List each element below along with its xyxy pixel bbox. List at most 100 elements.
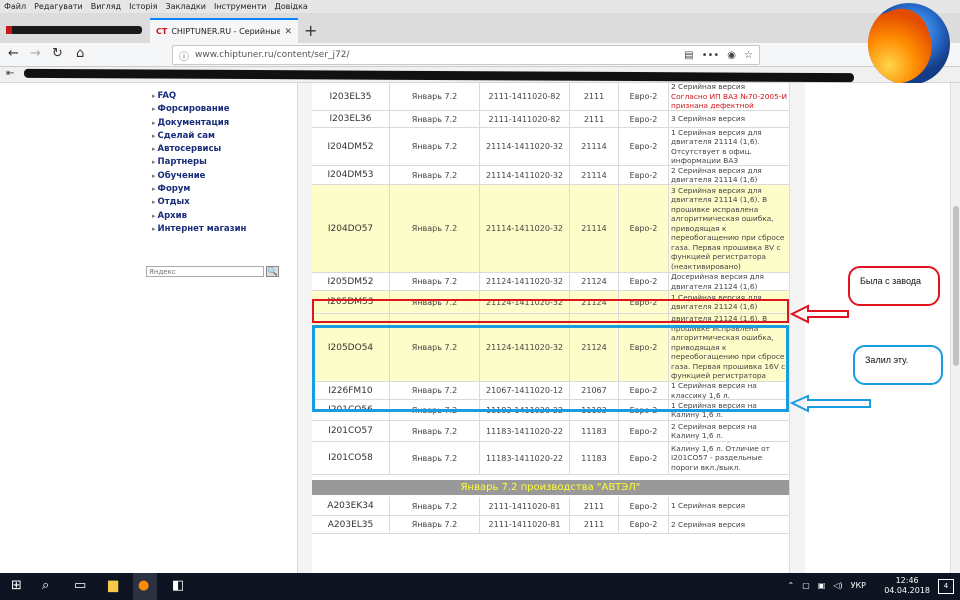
table-row: I204DM52 Январь 7.2 21114-1411020-32 21114 Е… xyxy=(312,128,789,166)
description-text: 2 Серийная версия на Калину 1,6 л. xyxy=(671,421,757,441)
tab-bar: CT CHIPTUNER.RU - Серийные п ✕ + xyxy=(0,13,960,43)
pocket-icon[interactable]: ◉ xyxy=(727,50,736,61)
task-view-icon[interactable]: ▭ xyxy=(74,578,86,593)
part-number-cell: 2111-1411020-81 xyxy=(480,516,570,533)
description-cell: 2 Серийная версия Согласно ИП ВАЗ №70-200… xyxy=(669,83,789,110)
sidebar-nav-link[interactable]: Сделай сам xyxy=(152,130,246,143)
blue-arrow-icon xyxy=(790,394,871,413)
ecu-cell: Январь 7.2 xyxy=(390,442,480,474)
tab-favicon-icon: CT xyxy=(156,27,168,36)
menu-item[interactable]: Файл xyxy=(4,0,26,13)
overflow-arrow-icon[interactable]: ⇤ xyxy=(6,68,14,79)
emission-cell: Евро-2 xyxy=(619,442,669,474)
network-icon[interactable]: ▣ xyxy=(818,581,826,590)
taskbar-clock[interactable]: 12:46 04.04.2018 xyxy=(884,576,930,596)
menu-item[interactable]: Довідка xyxy=(274,0,307,13)
close-tab-icon[interactable]: ✕ xyxy=(284,27,292,37)
yandex-search-input[interactable] xyxy=(146,266,264,277)
table-row: I203EL36 Январь 7.2 2111-1411020-82 2111 Евр… xyxy=(312,111,789,128)
firmware-cell: I205DM52 xyxy=(312,273,390,290)
emission-cell: Евро-2 xyxy=(619,128,669,165)
defect-note: Согласно ИП ВАЗ №70-2005-И признана дефе… xyxy=(671,91,787,110)
sidebar-nav-link[interactable]: Отдых xyxy=(152,196,246,209)
firmware-cell: A203EK34 xyxy=(312,497,390,515)
emission-cell: Евро-2 xyxy=(619,111,669,127)
sidebar-nav-link[interactable]: Обучение xyxy=(152,170,246,183)
search-icon[interactable]: ⌕ xyxy=(42,578,49,593)
sidebar-nav-link[interactable]: Партнеры xyxy=(152,156,246,169)
menu-item[interactable]: Вигляд xyxy=(91,0,121,13)
firmware-cell: I203EL35 xyxy=(312,83,390,110)
part-number-cell: 21114-1411020-32 xyxy=(480,166,570,184)
firefox-logo-icon xyxy=(868,3,950,85)
search-icon[interactable]: 🔍 xyxy=(266,266,279,277)
page-actions-icon[interactable]: ••• xyxy=(702,50,720,61)
firmware-cell: I204DM52 xyxy=(312,128,390,165)
engine-cell: 21114 xyxy=(570,166,619,184)
engine-cell: 2111 xyxy=(570,83,619,110)
scrollbar-thumb[interactable] xyxy=(953,206,959,366)
system-tray: ⌃ ▢ ▣ ◁) УКР xyxy=(788,581,867,590)
file-explorer-icon[interactable]: ▆ xyxy=(108,578,118,593)
url-bar[interactable]: ⓘ www.chiptuner.ru/content/ser_j72/ ▤ ••… xyxy=(172,45,760,65)
forward-arrow-icon[interactable]: → xyxy=(30,46,41,61)
menu-item[interactable]: Історія xyxy=(129,0,157,13)
part-number-cell: 11183-1411020-22 xyxy=(480,442,570,474)
menu-item[interactable]: Закладки xyxy=(166,0,206,13)
firefox-taskbar-button[interactable]: ● xyxy=(133,573,157,600)
menu-item[interactable]: Інструменти xyxy=(214,0,267,13)
description-cell: 2 Серийная версия на Калину 1,6 л. xyxy=(669,421,789,441)
volume-icon[interactable]: ◁) xyxy=(833,581,842,590)
firmware-cell: I203EL36 xyxy=(312,111,390,127)
tab-redacted[interactable] xyxy=(2,18,148,42)
clock-date: 04.04.2018 xyxy=(884,586,930,595)
menu-item[interactable]: Редагувати xyxy=(34,0,83,13)
info-icon[interactable]: ⓘ xyxy=(179,48,189,63)
description-cell: 1 Серийная версия для двигателя 21114 (1… xyxy=(669,128,789,165)
sidebar-nav-link[interactable]: Форум xyxy=(152,183,246,196)
sidebar-nav-link[interactable]: Автосервисы xyxy=(152,143,246,156)
firmware-cell: I201CO58 xyxy=(312,442,390,474)
sidebar-nav-link[interactable]: Архив xyxy=(152,210,246,223)
reader-view-icon[interactable]: ▤ xyxy=(684,50,693,61)
table-row: I205DM52 Январь 7.2 21124-1411020-32 21124 Е… xyxy=(312,273,789,291)
highlight-factory-row xyxy=(312,299,789,323)
description-text: 2 Серийная версия xyxy=(671,83,746,92)
sidebar-nav: FAQФорсированиеДокументацияСделай самАвт… xyxy=(152,90,247,236)
flashed-callout: Залил эту. xyxy=(853,345,943,385)
emission-cell: Евро-2 xyxy=(619,166,669,184)
notifications-icon[interactable]: 4 xyxy=(938,579,954,594)
bookmark-star-icon[interactable]: ☆ xyxy=(744,50,753,61)
tab-chiptuner[interactable]: CT CHIPTUNER.RU - Серийные п ✕ xyxy=(150,18,298,43)
table-row: A203EK34 Январь 7.2 2111-1411020-81 2111 Евр… xyxy=(312,497,789,516)
engine-cell: 2111 xyxy=(570,497,619,515)
sidebar-nav-link[interactable]: FAQ xyxy=(152,90,246,103)
emission-cell: Евро-2 xyxy=(619,185,669,272)
sidebar-nav-link[interactable]: Документация xyxy=(152,117,246,130)
description-cell: 2 Серийная версия для двигателя 21114 (1… xyxy=(669,166,789,184)
engine-cell: 2111 xyxy=(570,516,619,533)
back-arrow-icon[interactable]: ← xyxy=(8,46,19,61)
engine-cell: 21124 xyxy=(570,273,619,290)
sidebar-nav-link[interactable]: Интернет магазин xyxy=(152,223,247,236)
emission-cell: Евро-2 xyxy=(619,516,669,533)
new-tab-button[interactable]: + xyxy=(304,21,317,40)
sidebar-nav-link[interactable]: Форсирование xyxy=(152,103,246,116)
display-icon[interactable]: ▢ xyxy=(802,581,810,590)
page-content: FAQФорсированиеДокументацияСделай самАвт… xyxy=(0,83,960,573)
table-row: I201CO57 Январь 7.2 11183-1411020-22 11183 Е… xyxy=(312,421,789,442)
language-indicator[interactable]: УКР xyxy=(851,581,866,590)
firmware-cell: I204DM53 xyxy=(312,166,390,184)
page-scrollbar[interactable] xyxy=(950,83,960,573)
emission-cell: Евро-2 xyxy=(619,273,669,290)
ecu-cell: Январь 7.2 xyxy=(390,128,480,165)
table-row: I204DM53 Январь 7.2 21114-1411020-32 21114 Е… xyxy=(312,166,789,185)
windows-start-icon[interactable]: ⊞ xyxy=(11,578,22,593)
nav-bar: ← → ↻ ⌂ ⓘ www.chiptuner.ru/content/ser_j… xyxy=(0,43,960,102)
emission-cell: Евро-2 xyxy=(619,497,669,515)
app-taskbar-icon[interactable]: ◧ xyxy=(172,578,184,593)
firmware-cell: I204DO57 xyxy=(312,185,390,272)
home-icon[interactable]: ⌂ xyxy=(76,46,84,61)
chevron-up-icon[interactable]: ⌃ xyxy=(788,581,795,590)
reload-icon[interactable]: ↻ xyxy=(52,46,63,61)
